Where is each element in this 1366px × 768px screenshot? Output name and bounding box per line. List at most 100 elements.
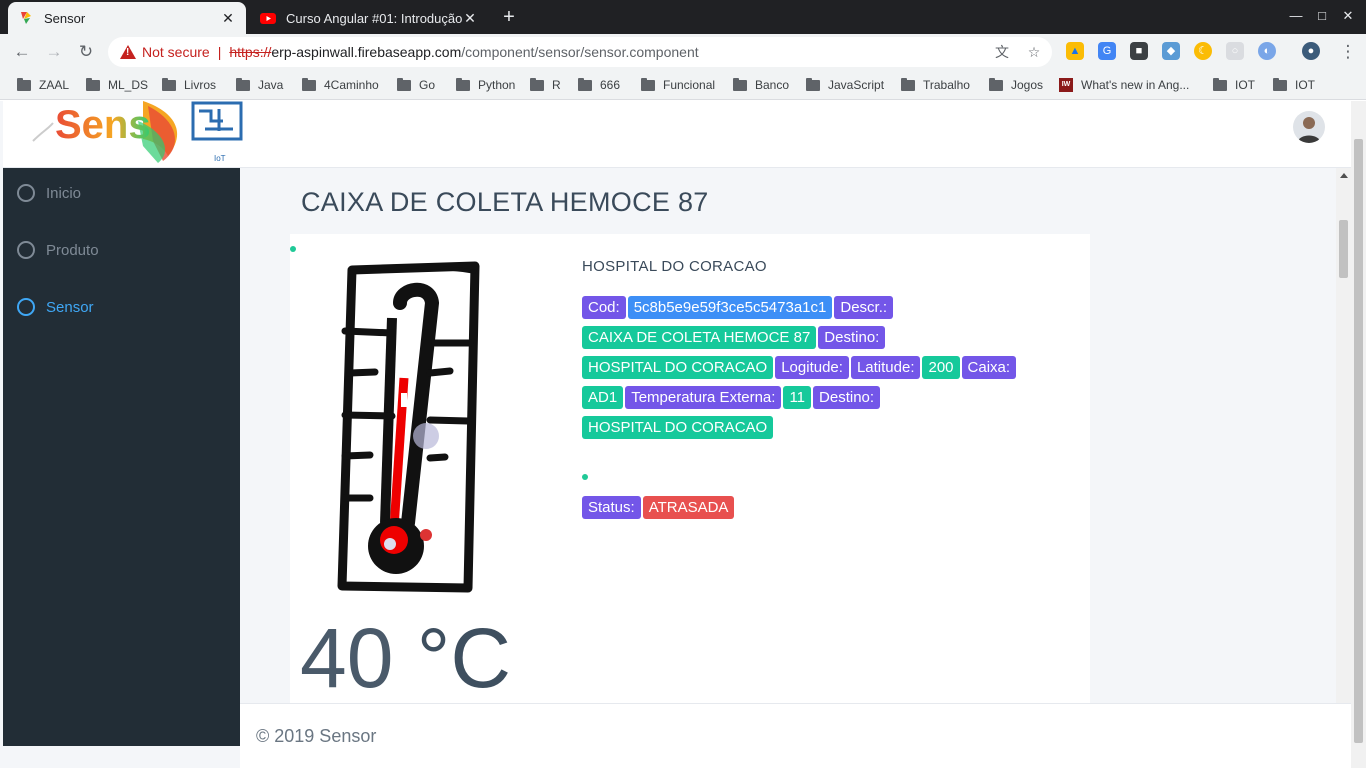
back-arrow-icon[interactable]: ← <box>10 40 34 64</box>
app-logo[interactable]: IoT Sens <box>23 101 248 165</box>
tab-youtube[interactable]: Curso Angular #01: Introdução ✕ <box>250 2 488 34</box>
user-avatar-icon <box>1297 117 1321 143</box>
bookmark-item[interactable]: 666 <box>578 76 620 94</box>
folder-icon <box>1213 77 1227 91</box>
bookmark-item[interactable]: Jogos <box>989 76 1043 94</box>
bookmark-item[interactable]: Funcional <box>641 76 715 94</box>
translate-icon[interactable]: 文 <box>992 42 1012 62</box>
user-avatar[interactable] <box>1293 111 1325 143</box>
close-tab-icon[interactable]: ✕ <box>462 10 478 27</box>
detail-label-chip: Cod: <box>582 296 626 319</box>
folder-icon <box>86 77 100 91</box>
bookmark-item[interactable]: 4Caminho <box>302 76 379 94</box>
sidebar-item-inicio[interactable]: Inicio <box>17 182 81 204</box>
detail-value-chip: CAIXA DE COLETA HEMOCE 87 <box>582 326 817 349</box>
logo-text: Sens <box>55 103 151 147</box>
temperature-unit: °C <box>416 611 512 705</box>
folder-icon <box>17 77 31 91</box>
minimize-icon[interactable]: — <box>1286 6 1306 26</box>
temperature-value: 40 <box>300 611 394 705</box>
address-bar[interactable]: ! Not secure | https:// erp-aspinwall.fi… <box>108 37 1052 67</box>
tab-sensor[interactable]: Sensor ✕ <box>8 2 246 34</box>
bookmark-item[interactable]: Python <box>456 76 515 94</box>
close-window-icon[interactable]: ✕ <box>1338 6 1358 26</box>
footer-copyright: © 2019 Sensor <box>256 726 377 746</box>
menu-kebab-icon[interactable]: ⋮ <box>1336 40 1360 64</box>
bookmark-item[interactable]: JavaScript <box>806 76 884 94</box>
folder-icon <box>162 77 176 91</box>
extension-blue-icon[interactable]: ◐ <box>1258 42 1276 60</box>
google-translate-icon[interactable]: G <box>1098 42 1116 60</box>
bookmark-label: Banco <box>755 78 790 92</box>
status-dot <box>290 246 296 252</box>
folder-icon <box>302 77 316 91</box>
bookmark-label: 4Caminho <box>324 78 379 92</box>
reload-icon[interactable]: ↻ <box>74 40 98 64</box>
bookmark-item[interactable]: IW What's new in Ang... <box>1059 76 1189 94</box>
folder-icon <box>989 77 1003 91</box>
extension-icon[interactable]: ◆ <box>1162 42 1180 60</box>
status-dot <box>582 474 588 480</box>
scroll-thumb[interactable] <box>1354 139 1363 743</box>
bookmark-item[interactable]: Livros <box>162 76 216 94</box>
scroll-up-icon[interactable] <box>1340 173 1348 178</box>
bookmark-item[interactable]: ZAAL <box>17 76 69 94</box>
bookmark-star-icon[interactable]: ☆ <box>1024 42 1044 62</box>
page-scrollbar[interactable] <box>1351 101 1366 768</box>
bookmark-item[interactable]: ML_DS <box>86 76 148 94</box>
browser-tab-bar: Sensor ✕ Curso Angular #01: Introdução ✕… <box>0 0 1366 34</box>
detail-row: Cod: 5c8b5e9e59f3ce5c5473a1c1 Descr.: <box>582 296 1052 326</box>
bookmarks-bar: ZAAL ML_DS Livros Java 4Caminho Go Python R 666 F… <box>0 70 1366 100</box>
detail-value-chip: 11 <box>783 386 812 409</box>
sidebar-item-label: Sensor <box>46 298 94 316</box>
folder-icon <box>901 77 915 91</box>
bookmark-label: R <box>552 78 561 92</box>
chat-icon[interactable]: ■ <box>1130 42 1148 60</box>
website-icon: IW <box>1059 78 1073 92</box>
sidebar-item-produto[interactable]: Produto <box>17 239 99 261</box>
folder-icon <box>456 77 470 91</box>
detail-value-chip: 5c8b5e9e59f3ce5c5473a1c1 <box>627 296 833 319</box>
google-drive-icon[interactable]: ▲ <box>1066 42 1084 60</box>
sidebar-item-sensor[interactable]: Sensor <box>17 296 94 318</box>
bookmark-item[interactable]: Trabalho <box>901 76 970 94</box>
forward-arrow-icon[interactable]: → <box>42 40 66 64</box>
security-label[interactable]: Not secure <box>142 44 210 60</box>
extension-gray-icon[interactable]: ○ <box>1226 42 1244 60</box>
sidebar: Inicio Produto Sensor <box>3 168 240 746</box>
dashboard-icon <box>17 184 35 202</box>
sidebar-item-label: Produto <box>46 241 99 259</box>
bookmark-label: JavaScript <box>828 78 885 92</box>
bookmark-label: 666 <box>600 78 621 92</box>
bookmark-item[interactable]: R <box>530 76 561 94</box>
url-scheme: https:// <box>229 44 272 60</box>
scroll-thumb[interactable] <box>1339 220 1348 278</box>
sensor-favicon-icon <box>21 12 31 24</box>
profile-avatar-icon[interactable]: ● <box>1302 42 1320 60</box>
sensor-grid-icon <box>17 298 35 316</box>
bookmark-item[interactable]: IOT <box>1273 76 1315 94</box>
folder-icon <box>1273 77 1287 91</box>
new-tab-button[interactable]: + <box>498 6 520 28</box>
detail-label-chip: Descr.: <box>834 296 894 319</box>
bookmark-label: Java <box>258 78 284 92</box>
bookmark-item[interactable]: IOT <box>1213 76 1255 94</box>
close-tab-icon[interactable]: ✕ <box>220 10 236 27</box>
detail-value-chip: HOSPITAL DO CORACAO <box>582 356 774 379</box>
content-scrollbar[interactable] <box>1336 168 1351 703</box>
tab-title: Curso Angular #01: Introdução <box>286 10 462 26</box>
youtube-icon <box>260 13 276 24</box>
detail-row: CAIXA DE COLETA HEMOCE 87 Destino: <box>582 326 1052 356</box>
browser-toolbar: ← → ↻ ! Not secure | https:// erp-aspinw… <box>0 34 1366 70</box>
bookmark-item[interactable]: Java <box>236 76 283 94</box>
maximize-icon[interactable]: □ <box>1312 6 1332 26</box>
folder-icon <box>806 77 820 91</box>
bookmark-item[interactable]: Banco <box>733 76 789 94</box>
bookmark-label: Go <box>419 78 436 92</box>
bookmark-item[interactable]: Go <box>397 76 435 94</box>
url-host: erp-aspinwall.firebaseapp.com <box>271 44 462 60</box>
moon-extension-icon[interactable]: ☾ <box>1194 42 1212 60</box>
detail-label-chip: Caixa: <box>961 356 1017 379</box>
sidebar-item-label: Inicio <box>46 184 82 202</box>
svg-text:IoT: IoT <box>214 154 226 163</box>
